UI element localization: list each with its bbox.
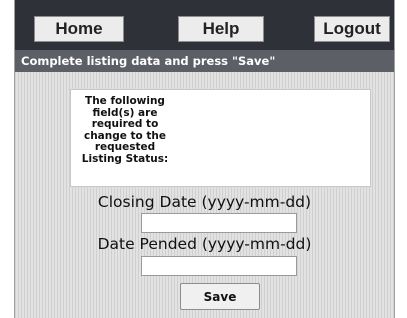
date-pended-input[interactable]	[141, 256, 297, 276]
logout-button[interactable]: Logout	[314, 16, 390, 42]
notice-text: The following field(s) are required to c…	[81, 95, 169, 165]
listing-form-panel: Home Help Logout Complete listing data a…	[14, 0, 395, 318]
top-navbar: Home Help Logout	[15, 0, 394, 50]
save-button[interactable]: Save	[180, 283, 260, 310]
instruction-bar: Complete listing data and press "Save"	[15, 50, 394, 72]
help-button[interactable]: Help	[178, 16, 264, 42]
home-button[interactable]: Home	[34, 16, 124, 42]
date-pended-label: Date Pended (yyyy-mm-dd)	[97, 235, 312, 253]
required-fields-notice: The following field(s) are required to c…	[70, 89, 371, 187]
closing-date-input[interactable]	[141, 213, 297, 233]
closing-date-label: Closing Date (yyyy-mm-dd)	[97, 193, 312, 211]
